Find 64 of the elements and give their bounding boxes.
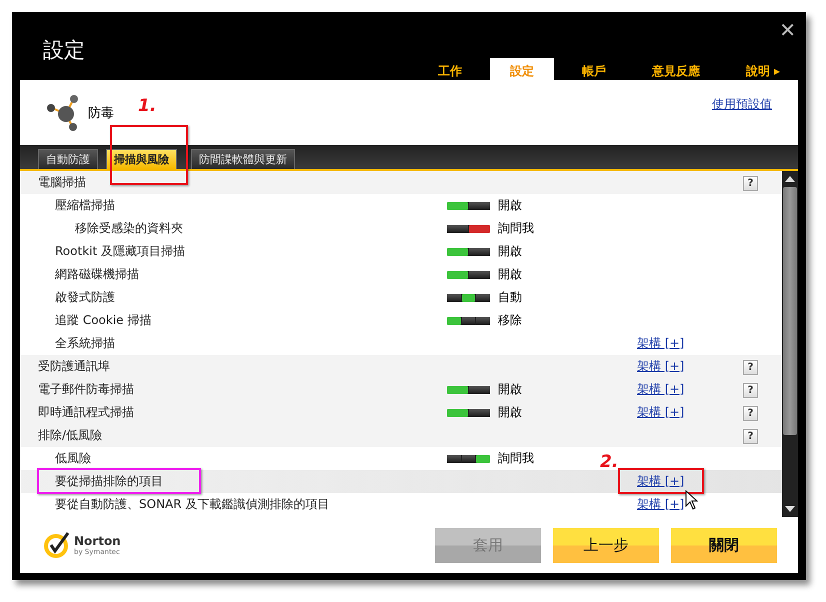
nav-tab[interactable]: 工作 — [420, 58, 480, 80]
scrollbar[interactable] — [782, 171, 798, 517]
toggle-switch[interactable] — [447, 248, 490, 256]
dialog-button[interactable]: 關閉 — [671, 528, 777, 562]
section-title: 防毒 — [88, 104, 114, 122]
help-button[interactable]: ? — [743, 428, 758, 444]
setting-label: 追蹤 Cookie 掃描 — [54, 312, 152, 329]
setting-label: 壓縮檔掃描 — [54, 197, 116, 214]
setting-label: 啟發式防護 — [54, 289, 116, 306]
toggle-switch[interactable] — [447, 270, 490, 278]
scroll-thumb[interactable] — [783, 187, 797, 435]
setting-label: 電子郵件防毒掃描 — [37, 381, 135, 398]
toggle-switch[interactable] — [447, 386, 490, 394]
toggle-switch[interactable] — [447, 454, 490, 462]
dialog-button[interactable]: 上一步 — [553, 528, 659, 562]
toggle-status: 詢問我 — [498, 450, 534, 467]
configure-link[interactable]: 架構 [+] — [637, 359, 684, 373]
use-defaults-link[interactable]: 使用預設值 — [712, 96, 772, 113]
setting-label: 即時通訊程式掃描 — [37, 404, 135, 421]
close-icon[interactable]: ✕ — [779, 18, 796, 42]
setting-label: 要從掃描排除的項目 — [54, 473, 164, 490]
window-title: 設定 — [43, 37, 85, 64]
toggle-status: 開啟 — [498, 266, 522, 283]
help-button[interactable]: ? — [743, 406, 758, 420]
configure-link[interactable]: 架構 [+] — [637, 474, 684, 488]
nav-tab[interactable]: 說明 ▸ — [728, 58, 798, 80]
toggle-switch[interactable] — [447, 224, 490, 232]
setting-label: 受防護通訊埠 — [37, 358, 111, 375]
configure-link[interactable]: 架構 [+] — [637, 336, 684, 350]
nav-tab[interactable]: 帳戶 — [564, 58, 624, 80]
toggle-switch[interactable] — [447, 408, 490, 416]
tab[interactable]: 防間諜軟體與更新 — [191, 149, 295, 169]
setting-label: 全系統掃描 — [54, 335, 116, 352]
setting-label: 排除/低風險 — [37, 427, 104, 444]
setting-label: 移除受感染的資料夾 — [74, 220, 184, 237]
help-button[interactable]: ? — [743, 360, 758, 374]
callout-number: 2. — [600, 452, 618, 472]
toggle-switch[interactable] — [447, 202, 490, 210]
toggle-switch[interactable] — [447, 316, 490, 324]
molecule-icon — [46, 94, 80, 132]
toggle-switch[interactable] — [447, 294, 490, 302]
configure-link[interactable]: 架構 [+] — [637, 497, 684, 511]
toggle-status: 詢問我 — [498, 220, 534, 237]
setting-label: Rootkit 及隱藏項目掃描 — [54, 243, 186, 260]
checkmark-seal-icon — [42, 530, 72, 560]
setting-label: 要從自動防護、SONAR 及下載鑑識偵測排除的項目 — [54, 496, 330, 513]
nav-tab[interactable]: 意見反應 — [634, 58, 718, 80]
configure-link[interactable]: 架構 [+] — [637, 405, 684, 419]
setting-label: 電腦掃描 — [37, 174, 87, 191]
tab[interactable]: 自動防護 — [38, 149, 98, 169]
setting-label: 低風險 — [54, 450, 92, 467]
tab[interactable]: 掃描與風險 — [106, 149, 177, 169]
toggle-status: 開啟 — [498, 243, 522, 260]
toggle-status: 開啟 — [498, 381, 522, 398]
toggle-status: 開啟 — [498, 197, 522, 214]
toggle-status: 開啟 — [498, 404, 522, 421]
logo-name: Norton — [74, 534, 121, 548]
help-button[interactable]: ? — [743, 176, 758, 190]
callout-number: 1. — [138, 96, 156, 116]
toggle-status: 移除 — [498, 312, 522, 329]
setting-label: 網路磁碟機掃描 — [54, 266, 140, 283]
toggle-status: 自動 — [498, 289, 522, 306]
configure-link[interactable]: 架構 [+] — [637, 382, 684, 396]
help-button[interactable]: ? — [743, 382, 758, 398]
